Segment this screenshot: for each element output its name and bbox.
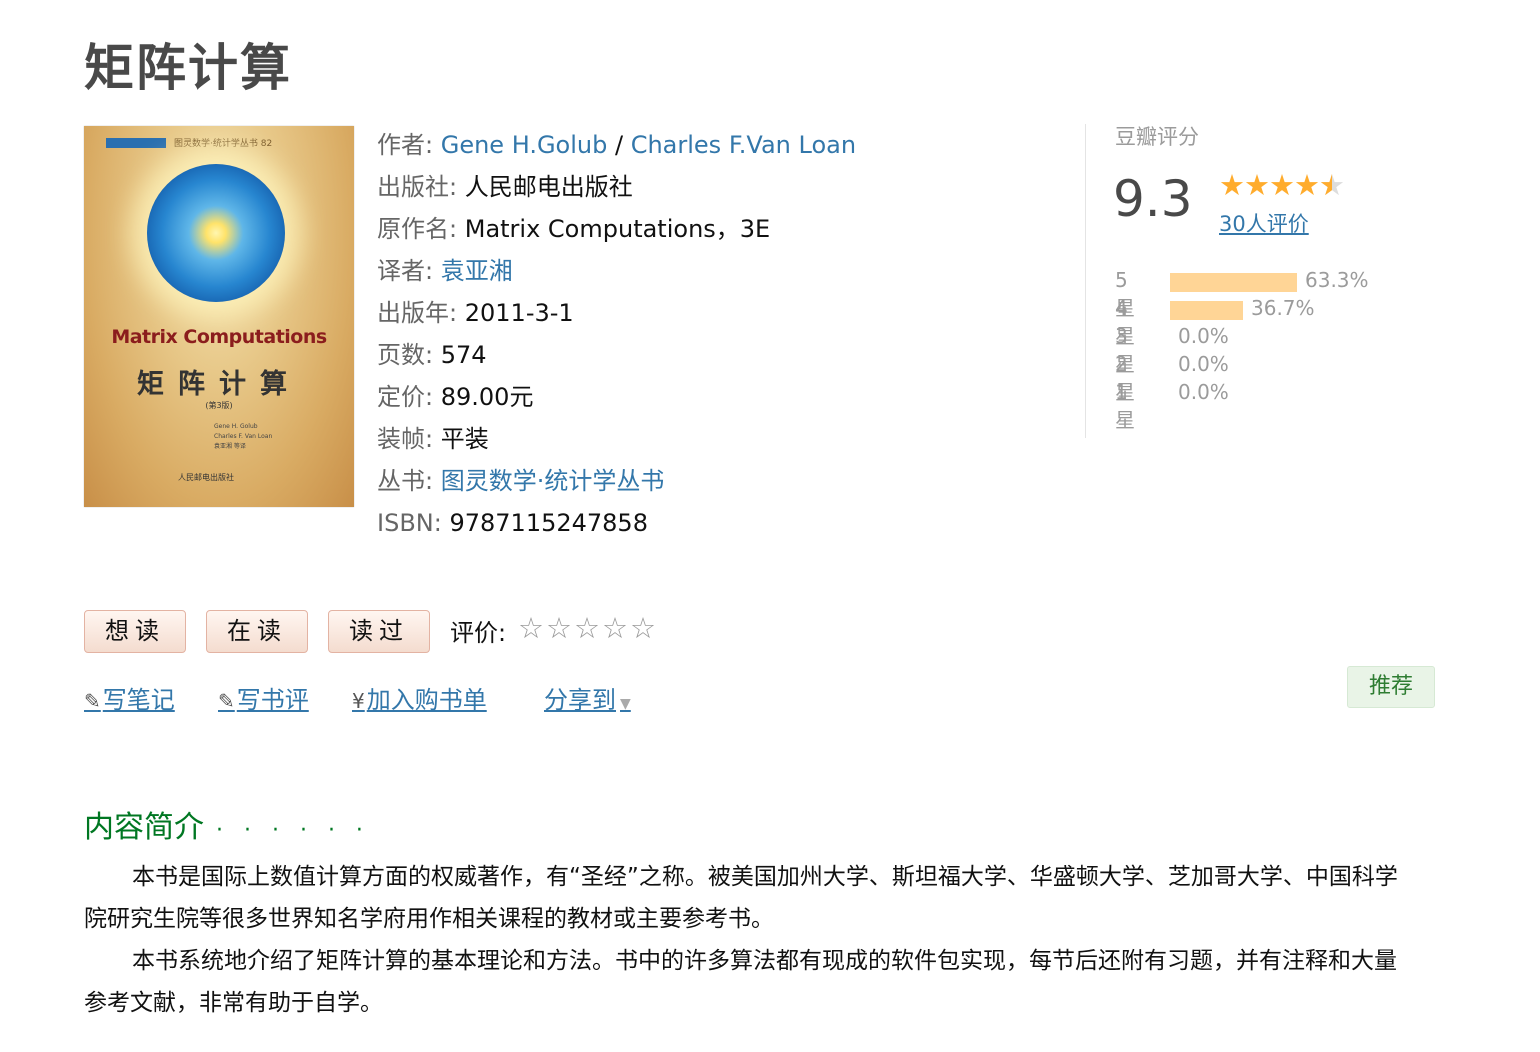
have-read-button[interactable]: 读过 xyxy=(328,610,430,653)
rating-label: 豆瓣评分 xyxy=(1115,125,1199,149)
info-original-title: 原作名: Matrix Computations，3E xyxy=(377,215,771,243)
star-outline-icon[interactable]: ☆ xyxy=(630,611,658,645)
chevron-down-icon: ▼ xyxy=(620,696,631,712)
info-translator: 译者: 袁亚湘 xyxy=(377,257,513,285)
my-rating-stars[interactable]: ☆☆☆☆☆ xyxy=(518,611,658,645)
star-outline-icon[interactable]: ☆ xyxy=(546,611,574,645)
yen-icon: ¥ xyxy=(352,689,365,713)
add-to-booklist-link[interactable]: ¥加入购书单 xyxy=(352,680,487,715)
author-link-1[interactable]: Gene H.Golub xyxy=(441,131,608,159)
info-author: 作者: Gene H.Golub / Charles F.Van Loan xyxy=(377,131,857,159)
info-date: 出版年: 2011-3-1 xyxy=(377,299,574,327)
series-logo xyxy=(106,138,166,148)
page-title: 矩阵计算 xyxy=(84,39,292,97)
recommend-button[interactable]: 推荐 xyxy=(1347,666,1435,708)
info-publisher: 出版社: 人民邮电出版社 xyxy=(377,173,633,201)
reading-button[interactable]: 在读 xyxy=(206,610,308,653)
translator-link[interactable]: 袁亚湘 xyxy=(441,257,513,285)
book-info: 作者: Gene H.Golub / Charles F.Van Loan 出版… xyxy=(377,124,856,544)
rating-score: 9.3 xyxy=(1113,170,1193,228)
rating-stars-icon: ★★★★★ xyxy=(1219,168,1345,202)
series-link[interactable]: 图灵数学·统计学丛书 xyxy=(441,467,665,495)
pencil-icon: ✎ xyxy=(218,689,235,713)
cover-publisher: 人民邮电出版社 xyxy=(178,473,234,482)
cover-orb-graphic xyxy=(147,164,285,302)
cover-series: 图灵数学·统计学丛书 82 xyxy=(174,139,273,149)
star-outline-icon[interactable]: ☆ xyxy=(518,611,546,645)
rating-bar xyxy=(1170,301,1243,320)
want-to-read-button[interactable]: 想读 xyxy=(84,610,186,653)
info-series: 丛书: 图灵数学·统计学丛书 xyxy=(377,467,665,495)
intro-heading: 内容简介 · · · · · · xyxy=(84,810,370,845)
author-link-2[interactable]: Charles F.Van Loan xyxy=(631,131,856,159)
cover-authors: Gene H. Golub Charles F. Van Loan 袁亚湘 等译 xyxy=(214,423,273,450)
intro-text: 本书是国际上数值计算方面的权威著作，有“圣经”之称。被美国加州大学、斯坦福大学、… xyxy=(84,856,1414,1024)
cover-title-en: Matrix Computations xyxy=(111,326,327,348)
star-outline-icon[interactable]: ☆ xyxy=(602,611,630,645)
pencil-icon: ✎ xyxy=(84,689,101,713)
share-dropdown[interactable]: 分享到 ▼ xyxy=(544,680,631,715)
rating-bar xyxy=(1170,273,1297,292)
info-binding: 装帧: 平装 xyxy=(377,425,489,453)
star-outline-icon[interactable]: ☆ xyxy=(574,611,602,645)
rating-count-link[interactable]: 30人评价 xyxy=(1219,208,1309,238)
intro-paragraph: 本书系统地介绍了矩阵计算的基本理论和方法。书中的许多算法都有现成的软件包实现，每… xyxy=(84,948,1397,1016)
info-isbn: ISBN: 9787115247858 xyxy=(377,509,648,537)
my-rating-label: 评价: xyxy=(450,619,507,647)
write-review-link[interactable]: ✎写书评 xyxy=(218,680,309,715)
rating-divider xyxy=(1085,124,1086,438)
intro-paragraph: 本书是国际上数值计算方面的权威著作，有“圣经”之称。被美国加州大学、斯坦福大学、… xyxy=(84,864,1398,932)
write-note-link[interactable]: ✎写笔记 xyxy=(84,680,175,715)
cover-title-zh: 矩阵计算 xyxy=(137,369,301,400)
info-pages: 页数: 574 xyxy=(377,341,487,369)
cover-edition: (第3版) xyxy=(205,401,233,410)
book-cover-image[interactable]: 图灵数学·统计学丛书 82 Matrix Computations 矩阵计算 (… xyxy=(84,126,354,507)
info-price: 定价: 89.00元 xyxy=(377,383,534,411)
